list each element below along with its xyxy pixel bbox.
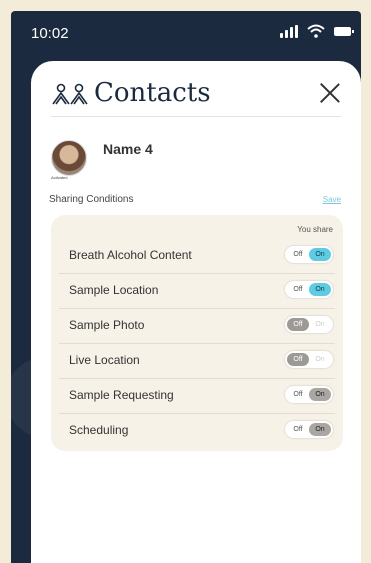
sharing-row: Sample Requesting Off On <box>51 378 343 413</box>
page-title: Contacts <box>94 78 211 108</box>
status-bar: 10:02 <box>11 11 361 57</box>
toggle-off: Off <box>287 353 309 366</box>
avatar <box>51 140 87 176</box>
toggle-on: On <box>309 388 331 401</box>
close-icon[interactable] <box>319 82 341 104</box>
sharing-row: Sample Photo Off On <box>51 308 343 343</box>
toggle-sample-location[interactable]: Off On <box>285 281 333 298</box>
avatar-status: Activated <box>51 175 68 180</box>
row-divider <box>59 343 335 344</box>
toggle-sample-requesting[interactable]: Off On <box>285 386 333 403</box>
toggle-on: On <box>315 356 325 363</box>
row-label: Live Location <box>69 353 140 367</box>
row-label: Scheduling <box>69 423 129 437</box>
toggle-off: Off <box>293 286 303 293</box>
toggle-off: Off <box>287 318 309 331</box>
toggle-breath-alcohol[interactable]: Off On <box>285 246 333 263</box>
you-share-header: You share <box>297 225 333 234</box>
toggle-off: Off <box>293 251 303 258</box>
row-label: Breath Alcohol Content <box>69 248 192 262</box>
sharing-row: Sample Location Off On <box>51 273 343 308</box>
row-divider <box>59 273 335 274</box>
row-label: Sample Requesting <box>69 388 174 402</box>
row-label: Sample Photo <box>69 318 145 332</box>
contact-name: Name 4 <box>103 141 153 157</box>
card-header: Contacts <box>51 76 341 117</box>
wifi-icon <box>307 24 325 38</box>
row-divider <box>59 308 335 309</box>
toggle-sample-photo[interactable]: Off On <box>285 316 333 333</box>
signal-icon <box>280 24 298 38</box>
sharing-row: Scheduling Off On <box>51 413 343 448</box>
sharing-row: Live Location Off On <box>51 343 343 378</box>
row-divider <box>59 378 335 379</box>
toggle-on: On <box>315 321 325 328</box>
contacts-icon <box>52 83 88 105</box>
sharing-row: Breath Alcohol Content Off On <box>51 238 343 273</box>
contacts-card: Contacts Activated Name 4 Sharing Condit… <box>31 61 361 563</box>
battery-icon <box>334 26 354 36</box>
status-icons <box>280 24 354 38</box>
row-label: Sample Location <box>69 283 159 297</box>
row-divider <box>59 413 335 414</box>
toggle-on: On <box>309 283 331 296</box>
toggle-off: Off <box>293 426 303 433</box>
toggle-on: On <box>309 423 331 436</box>
toggle-on: On <box>309 248 331 261</box>
toggle-scheduling[interactable]: Off On <box>285 421 333 438</box>
toggle-live-location[interactable]: Off On <box>285 351 333 368</box>
toggle-off: Off <box>293 391 303 398</box>
sharing-conditions-label: Sharing Conditions <box>49 194 134 205</box>
status-time: 10:02 <box>31 25 69 42</box>
save-link[interactable]: Save <box>323 195 341 204</box>
sharing-panel: You share Breath Alcohol Content Off On … <box>51 215 343 451</box>
phone-frame: 10:02 Contacts Activated Name 4 Sharing … <box>11 11 361 563</box>
